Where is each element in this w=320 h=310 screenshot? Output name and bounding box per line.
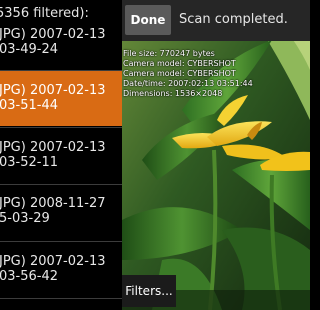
list-item-subtitle: 03-51-44 [0,98,59,113]
list-item[interactable]: JPG) 2007-02-13 03-52-11 [0,128,122,183]
list-item[interactable]: JPG) 2007-02-13 03-56-42 [0,242,122,297]
list-header-text: 5356 filtered): [0,6,89,21]
list-item-title: JPG) 2007-02-13 [0,27,106,42]
status-message: Scan completed. [179,12,288,27]
camera-model-text: Camera model: CYBERSHOT [123,59,236,68]
exif-info-overlay: File size: 770247 bytes Camera model: CY… [123,49,253,99]
camera-model-text: Camera model: CYBERSHOT [123,69,236,78]
list-header: 5356 filtered): [0,5,122,27]
list-item-subtitle: 5-03-29 [0,211,50,226]
list-item-subtitle: 03-49-24 [0,42,59,57]
date-time-text: Date/time: 2007:02:13 03:51:44 [123,79,253,88]
list-item-subtitle: 03-56-42 [0,269,59,284]
list-item[interactable]: JPG) 2008-11-27 5-03-29 [0,185,122,240]
list-item-title: JPG) 2007-02-13 [0,254,106,269]
list-item-selected[interactable]: JPG) 2007-02-13 03-51-44 [0,71,122,126]
file-list-panel: 5356 filtered): JPG) 2007-02-13 03-49-24… [0,0,122,310]
list-item-subtitle: 03-52-11 [0,155,59,170]
filters-button[interactable]: Filters... [122,275,176,307]
top-toolbar: Done Scan completed. [122,0,310,41]
file-size-text: File size: 770247 bytes [123,49,215,58]
done-button[interactable]: Done [125,5,171,35]
list-item-title: JPG) 2008-11-27 [0,196,106,211]
list-item-title: JPG) 2007-02-13 [0,140,106,155]
list-divider [0,298,122,299]
flower-photo [122,0,310,310]
list-item-title: JPG) 2007-02-13 [0,83,106,98]
dimensions-text: Dimensions: 1536×2048 [123,89,223,98]
photo-viewer[interactable] [122,0,310,310]
